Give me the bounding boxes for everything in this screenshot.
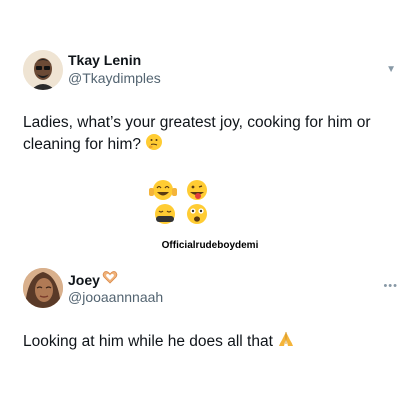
tweet-body: Ladies, what’s your greatest joy, cookin… — [23, 114, 371, 154]
thinking-face-icon — [145, 133, 163, 157]
tweet-body: Looking at him while he does all that — [23, 333, 273, 351]
tweet-original: Tkay Lenin @Tkaydimples ▼ Ladies, what’s… — [0, 0, 420, 251]
avatar-illustration — [23, 50, 63, 90]
laughing-face-icon — [149, 180, 177, 200]
name-row: Joey — [68, 270, 118, 289]
tweet-text: Looking at him while he does all that — [23, 330, 393, 354]
more-icon[interactable]: ••• — [383, 280, 398, 292]
folded-hands-icon — [277, 330, 295, 354]
heart-hands-icon — [102, 270, 118, 289]
face-with-hand-icon — [155, 204, 175, 224]
avatar-photo — [23, 268, 63, 308]
chevron-down-icon[interactable]: ▼ — [386, 64, 396, 75]
avatar[interactable] — [23, 268, 63, 308]
user-handle[interactable]: @jooaannnaah — [68, 289, 163, 305]
emoji-sticker — [145, 178, 245, 228]
tongue-face-icon — [187, 180, 207, 200]
avatar[interactable] — [23, 50, 63, 90]
display-name[interactable]: Joey — [68, 272, 100, 288]
user-handle[interactable]: @Tkaydimples — [68, 70, 161, 86]
tweet-text: Ladies, what’s your greatest joy, cookin… — [23, 112, 393, 157]
shocked-face-icon — [187, 204, 207, 224]
display-name[interactable]: Tkay Lenin — [68, 52, 141, 68]
